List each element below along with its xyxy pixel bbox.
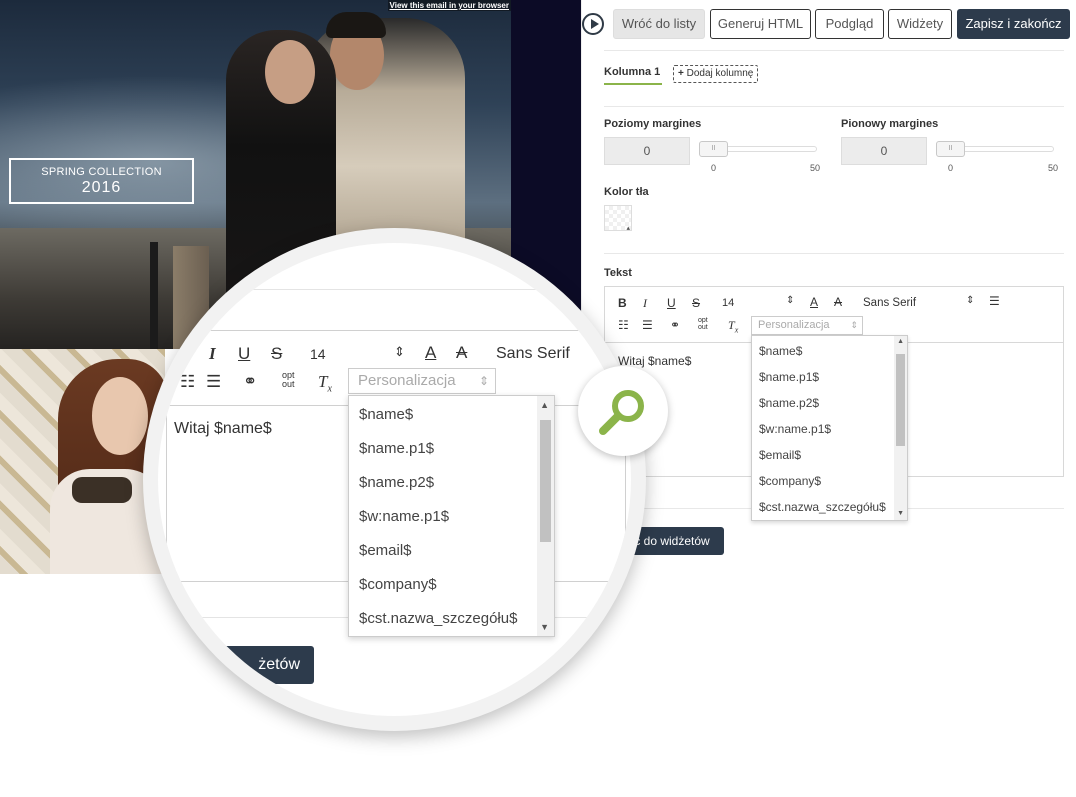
dropdown-option[interactable]: $name$ [759,344,802,358]
dropdown-option[interactable]: $email$ [359,542,412,559]
editor-content[interactable]: Witaj $name$ [174,420,272,438]
opt-out-line2: out [698,324,708,331]
highlight-icon[interactable]: A [834,295,842,309]
play-icon[interactable] [582,13,604,35]
portrait-image [0,349,165,574]
list-icon[interactable]: ☰ [642,318,653,332]
dropdown-option[interactable]: $name.p1$ [359,440,434,457]
slider-min: 0 [948,163,954,173]
strike-button[interactable]: S [271,344,282,364]
scroll-up-icon[interactable]: ▲ [897,338,904,345]
ordered-list-icon[interactable]: ☷ [180,372,195,392]
align-icon[interactable]: ☰ [989,294,1000,308]
highlight-icon[interactable]: A [456,343,467,363]
dropdown-option[interactable]: $name.p2$ [359,474,434,491]
banner-line2: 2016 [81,179,122,196]
spring-collection-banner: SPRING COLLECTION 2016 [9,158,194,204]
personalization-dropdown: $name$ $name.p1$ $name.p2$ $w:name.p1$ $… [751,335,908,521]
dropdown-option[interactable]: $w:name.p1$ [759,422,831,436]
underline-button[interactable]: U [667,296,676,310]
screen: View this email in your browser SPRING C… [0,0,1076,797]
add-column-button[interactable]: + Dodaj kolumnę [673,65,759,83]
back-to-list-button[interactable]: Wróć do listy [613,9,705,39]
dropdown-option[interactable]: $company$ [359,576,437,593]
opt-out-line1: opt [698,317,708,324]
horizontal-margin-label: Poziomy margines [604,118,702,130]
magnifier-lens: I U S 14 ⇕ A A Sans Serif ☷ ☰ ⚭ opt out T… [158,243,631,716]
underline-button[interactable]: U [238,344,250,364]
save-and-close-button[interactable]: Zapisz i zakończ [957,9,1070,39]
personalization-select[interactable]: Personalizacja [348,368,496,394]
font-color-icon[interactable]: A [425,343,436,363]
magnified-personalization-dropdown: $name$ $name.p1$ $name.p2$ $w:name.p1$ $… [348,395,555,637]
font-size-arrows-icon[interactable]: ⇕ [786,295,794,306]
background-color-picker[interactable] [604,205,632,232]
dropdown-option[interactable]: $company$ [759,474,821,488]
scroll-down-icon[interactable]: ▼ [897,510,904,517]
font-size-select[interactable]: 14 [310,346,326,362]
active-tab-underline [604,83,662,85]
plus-icon: + [678,68,684,79]
slider-max: 50 [810,163,821,173]
dropdown-option[interactable]: $cst.nazwa_szczegółu$ [759,500,886,514]
strike-button[interactable]: S [692,296,700,310]
generate-html-button[interactable]: Generuj HTML [710,9,811,39]
dropdown-option[interactable]: $w:name.p1$ [359,508,449,525]
opt-out-button[interactable]: opt out [698,317,708,331]
dropdown-scroll-thumb[interactable] [540,420,551,542]
font-family-arrows-icon[interactable]: ⇕ [966,295,974,306]
list-icon[interactable]: ☰ [206,372,221,392]
link-icon[interactable]: ⚭ [670,318,680,332]
back-to-widgets-button[interactable]: żetów [220,646,314,684]
dropdown-option[interactable]: $name.p1$ [759,370,819,384]
widgets-button[interactable]: Widżety [888,9,952,39]
horizontal-margin-slider[interactable]: II [699,141,817,157]
link-icon[interactable]: ⚭ [243,372,257,392]
italic-button[interactable]: I [209,344,216,364]
scroll-down-icon[interactable]: ▼ [540,622,549,632]
italic-button[interactable]: I [643,296,647,311]
dropdown-option[interactable]: $name$ [359,406,413,423]
add-column-label: Dodaj kolumnę [686,68,754,79]
scroll-up-icon[interactable]: ▲ [540,400,549,410]
slider-handle[interactable]: II [699,141,728,157]
tab-column-1[interactable]: Kolumna 1 [604,66,660,78]
vertical-margin-input[interactable]: 0 [841,137,927,165]
opt-out-line2: out [282,379,295,389]
clear-format-glyph: T [728,318,735,332]
vertical-margin-slider[interactable]: II [936,141,1054,157]
slider-min: 0 [711,163,717,173]
personalization-select[interactable]: Personalizacja [751,316,863,335]
font-color-icon[interactable]: A [810,295,818,309]
search-icon [578,366,668,456]
dropdown-scroll-thumb[interactable] [896,354,905,446]
font-size-arrows-icon[interactable]: ⇕ [394,344,405,360]
dropdown-option[interactable]: $name.p2$ [759,396,819,410]
dropdown-option[interactable]: $email$ [759,448,801,462]
view-in-browser-link[interactable]: View this email in your browser [387,0,511,11]
slider-handle[interactable]: II [936,141,965,157]
horizontal-margin-input[interactable]: 0 [604,137,690,165]
dropdown-option[interactable]: $cst.nazwa_szczegółu$ [359,610,517,627]
clear-format-button[interactable]: Tx [728,318,738,334]
font-size-select[interactable]: 14 [722,297,734,309]
slider-max: 50 [1048,163,1059,173]
clear-format-button[interactable]: Tx [318,372,332,394]
font-family-select[interactable]: Sans Serif [496,345,570,363]
magnifier-glyph [599,390,644,435]
vertical-margin-label: Pionowy margines [841,118,939,130]
font-family-select[interactable]: Sans Serif [863,297,916,309]
editor-panel: Wróć do listy Generuj HTML Podgląd Widże… [581,0,1076,575]
preview-button[interactable]: Podgląd [815,9,884,39]
opt-out-button[interactable]: opt out [282,371,295,389]
banner-line1: SPRING COLLECTION [41,166,162,178]
background-color-label: Kolor tła [604,186,649,198]
